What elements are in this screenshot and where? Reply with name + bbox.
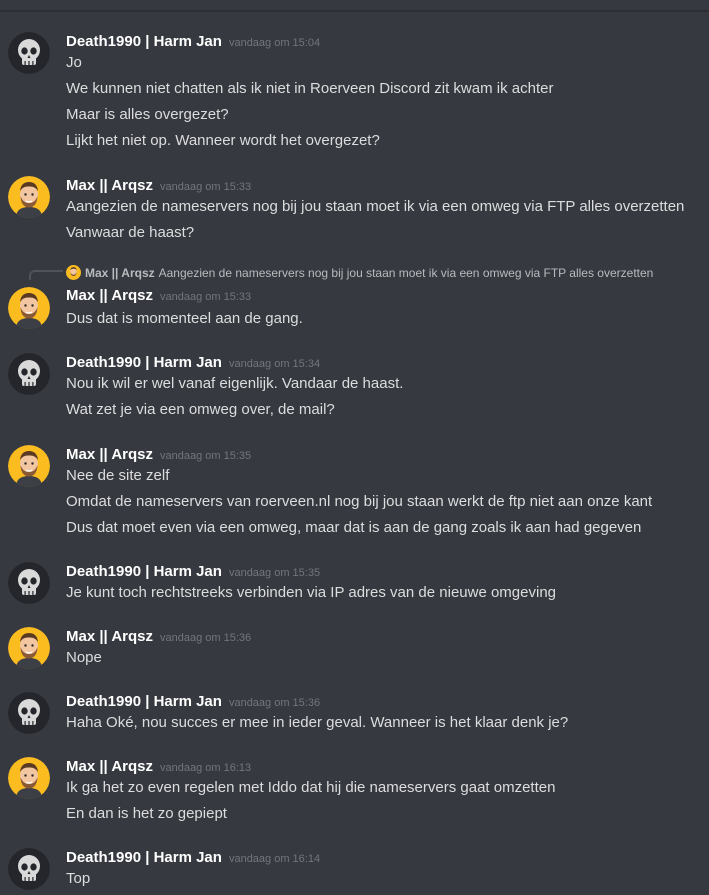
bearded-man-avatar[interactable] xyxy=(8,445,50,487)
message-line: En dan is het zo gepiept xyxy=(66,805,227,822)
author-name[interactable]: Death1990 | Harm Jan xyxy=(66,33,222,50)
message-header: Max || Arqsz vandaag om 16:13 xyxy=(66,758,251,776)
message-line: We kunnen niet chatten als ik niet in Ro… xyxy=(66,80,554,97)
bearded-man-avatar[interactable] xyxy=(8,627,50,669)
message-header: Max || Arqsz vandaag om 15:36 xyxy=(66,628,251,646)
author-name[interactable]: Max || Arqsz xyxy=(66,446,153,463)
channel-header-bar xyxy=(0,0,709,11)
timestamp[interactable]: vandaag om 15:33 xyxy=(160,291,251,303)
message-header: Death1990 | Harm Jan vandaag om 16:14 xyxy=(66,849,320,867)
skull-avatar[interactable] xyxy=(8,692,50,734)
skull-avatar[interactable] xyxy=(8,32,50,74)
author-name[interactable]: Death1990 | Harm Jan xyxy=(66,354,222,371)
bearded-man-avatar xyxy=(66,265,81,280)
message-header: Max || Arqsz vandaag om 15:35 xyxy=(66,446,251,464)
message-header: Death1990 | Harm Jan vandaag om 15:35 xyxy=(66,563,320,581)
message-line: Jo xyxy=(66,54,82,71)
skull-avatar[interactable] xyxy=(8,562,50,604)
author-name[interactable]: Max || Arqsz xyxy=(66,628,153,645)
message-header: Death1990 | Harm Jan vandaag om 15:36 xyxy=(66,693,320,711)
message-line: Dus dat is momenteel aan de gang. xyxy=(66,310,303,327)
author-name[interactable]: Max || Arqsz xyxy=(66,758,153,775)
message-line: Omdat de nameservers van roerveen.nl nog… xyxy=(66,493,653,510)
skull-avatar[interactable] xyxy=(8,848,50,890)
bearded-man-avatar[interactable] xyxy=(8,287,50,329)
timestamp[interactable]: vandaag om 16:14 xyxy=(229,853,320,865)
reply-author[interactable]: Max || Arqsz xyxy=(85,266,155,280)
message-line: Nope xyxy=(66,649,102,666)
skull-avatar[interactable] xyxy=(8,353,50,395)
timestamp[interactable]: vandaag om 15:36 xyxy=(160,632,251,644)
message-header: Max || Arqsz vandaag om 15:33 xyxy=(66,287,251,305)
message-header: Death1990 | Harm Jan vandaag om 15:34 xyxy=(66,354,320,372)
message-line: Je kunt toch rechtstreeks verbinden via … xyxy=(66,584,557,601)
timestamp[interactable]: vandaag om 15:35 xyxy=(229,567,320,579)
message-line: Wat zet je via een omweg over, de mail? xyxy=(66,401,335,418)
timestamp[interactable]: vandaag om 15:36 xyxy=(229,697,320,709)
timestamp[interactable]: vandaag om 15:35 xyxy=(160,450,251,462)
message-line: Aangezien de nameservers nog bij jou sta… xyxy=(66,198,685,215)
message-list[interactable]: Death1990 | Harm Jan vandaag om 15:04 Jo … xyxy=(0,12,709,895)
reply-preview[interactable]: Max || Arqsz Aangezien de nameservers nog… xyxy=(66,265,653,280)
author-name[interactable]: Death1990 | Harm Jan xyxy=(66,563,222,580)
author-name[interactable]: Max || Arqsz xyxy=(66,177,153,194)
bearded-man-avatar[interactable] xyxy=(8,176,50,218)
message-line: Ik ga het zo even regelen met Iddo dat h… xyxy=(66,779,556,796)
message-line: Lijkt het niet op. Wanneer wordt het ove… xyxy=(66,132,380,149)
reply-connector xyxy=(29,270,63,280)
message-line: Dus dat moet even via een omweg, maar da… xyxy=(66,519,642,536)
message-line: Nee de site zelf xyxy=(66,467,170,484)
timestamp[interactable]: vandaag om 15:33 xyxy=(160,181,251,193)
author-name[interactable]: Max || Arqsz xyxy=(66,287,153,304)
message-line: Nou ik wil er wel vanaf eigenlijk. Vanda… xyxy=(66,375,404,392)
bearded-man-avatar[interactable] xyxy=(8,757,50,799)
message-line: Haha Oké, nou succes er mee in ieder gev… xyxy=(66,714,569,731)
timestamp[interactable]: vandaag om 15:04 xyxy=(229,37,320,49)
message-line: Maar is alles overgezet? xyxy=(66,106,229,123)
message-line: Top xyxy=(66,870,91,887)
message-header: Max || Arqsz vandaag om 15:33 xyxy=(66,177,251,195)
message-line: Vanwaar de haast? xyxy=(66,224,195,241)
reply-text: Aangezien de nameservers nog bij jou sta… xyxy=(158,266,654,280)
timestamp[interactable]: vandaag om 15:34 xyxy=(229,358,320,370)
author-name[interactable]: Death1990 | Harm Jan xyxy=(66,849,222,866)
timestamp[interactable]: vandaag om 16:13 xyxy=(160,762,251,774)
author-name[interactable]: Death1990 | Harm Jan xyxy=(66,693,222,710)
message-header: Death1990 | Harm Jan vandaag om 15:04 xyxy=(66,33,320,51)
